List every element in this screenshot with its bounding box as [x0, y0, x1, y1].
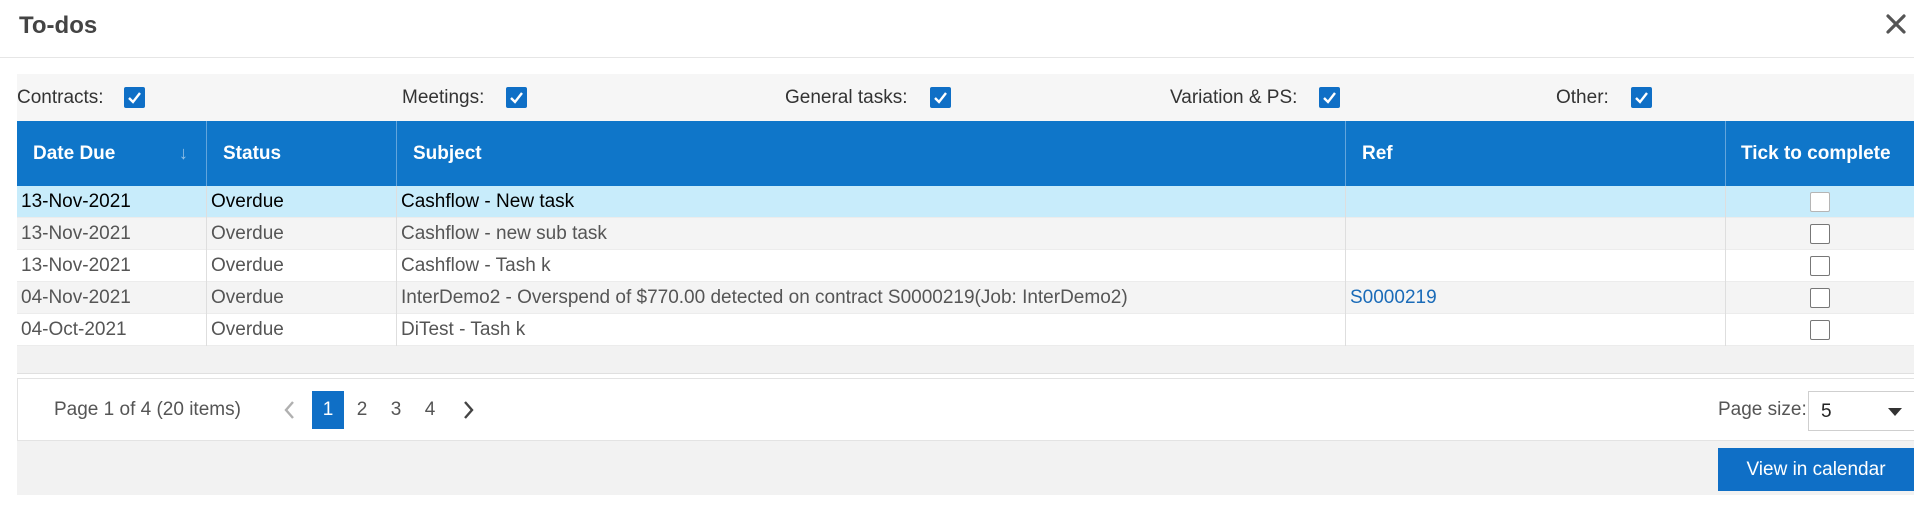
- cell-tick: [1726, 250, 1914, 282]
- filter-meetings: Meetings:: [402, 74, 528, 121]
- filter-bar: Contracts: Meetings: General tasks: Vari…: [17, 74, 1914, 121]
- filter-general-tasks: General tasks:: [785, 74, 951, 121]
- page-button-4[interactable]: 4: [414, 391, 446, 429]
- column-label-ref: Ref: [1362, 142, 1393, 164]
- table-row[interactable]: 04-Nov-2021 Overdue InterDemo2 - Overspe…: [17, 282, 1914, 314]
- cell-tick: [1726, 218, 1914, 250]
- filter-checkbox-variation-ps[interactable]: [1319, 87, 1341, 108]
- filter-label-other: Other:: [1556, 86, 1609, 108]
- chevron-left-icon[interactable]: [278, 395, 302, 425]
- filter-checkbox-meetings[interactable]: [506, 87, 528, 108]
- cell-tick: [1726, 314, 1914, 346]
- cell-ref: [1346, 186, 1726, 218]
- caret-down-icon: [1888, 408, 1902, 416]
- cell-ref: S0000219: [1346, 282, 1726, 314]
- table-row[interactable]: 13-Nov-2021 Overdue Cashflow - New task: [17, 186, 1914, 218]
- cell-subject: InterDemo2 - Overspend of $770.00 detect…: [397, 282, 1346, 314]
- dialog-footer: View in calendar: [17, 441, 1914, 495]
- sort-down-icon: ↓: [179, 143, 188, 163]
- cell-date-due: 13-Nov-2021: [17, 186, 207, 218]
- cell-subject: Cashflow - New task: [397, 186, 1346, 218]
- dialog-header: To-dos: [0, 0, 1914, 58]
- column-label-status: Status: [223, 142, 282, 164]
- cell-subject: Cashflow - new sub task: [397, 218, 1346, 250]
- cell-tick: [1726, 282, 1914, 314]
- dialog-title: To-dos: [19, 12, 98, 39]
- pager: Page 1 of 4 (20 items) 1 2 3 4 Page size…: [17, 378, 1914, 441]
- cell-status: Overdue: [207, 250, 397, 282]
- todos-grid: Date Due ↓ Status Subject Ref Tick to co…: [17, 121, 1914, 374]
- column-label-date-due: Date Due: [33, 142, 116, 164]
- column-header-status[interactable]: Status: [207, 121, 397, 186]
- filter-checkbox-contracts[interactable]: [123, 87, 145, 108]
- cell-date-due: 04-Oct-2021: [17, 314, 207, 346]
- todos-dialog: To-dos Contracts: Meetings: General task…: [0, 0, 1914, 513]
- cell-date-due: 13-Nov-2021: [17, 218, 207, 250]
- page-size-select[interactable]: 5: [1808, 391, 1914, 431]
- grid-empty-area: [17, 346, 1914, 374]
- chevron-right-icon[interactable]: [456, 395, 480, 425]
- column-label-subject: Subject: [413, 142, 482, 164]
- page-size-value: 5: [1821, 401, 1832, 422]
- cell-ref: [1346, 314, 1726, 346]
- cell-date-due: 04-Nov-2021: [17, 282, 207, 314]
- pager-summary: Page 1 of 4 (20 items): [54, 399, 241, 420]
- grid-header: Date Due ↓ Status Subject Ref Tick to co…: [17, 121, 1914, 186]
- page-button-3[interactable]: 3: [380, 391, 412, 429]
- filter-checkbox-general-tasks[interactable]: [929, 87, 951, 108]
- table-row[interactable]: 04-Oct-2021 Overdue DiTest - Tash k: [17, 314, 1914, 346]
- filter-variation-ps: Variation & PS:: [1170, 74, 1341, 121]
- cell-subject: Cashflow - Tash k: [397, 250, 1346, 282]
- column-header-subject[interactable]: Subject: [397, 121, 1346, 186]
- complete-checkbox[interactable]: [1810, 320, 1830, 340]
- table-row[interactable]: 13-Nov-2021 Overdue Cashflow - new sub t…: [17, 218, 1914, 250]
- cell-subject: DiTest - Tash k: [397, 314, 1346, 346]
- cell-date-due: 13-Nov-2021: [17, 250, 207, 282]
- filter-other: Other:: [1556, 74, 1652, 121]
- ref-link[interactable]: S0000219: [1350, 287, 1437, 309]
- complete-checkbox[interactable]: [1810, 288, 1830, 308]
- view-in-calendar-button[interactable]: View in calendar: [1718, 448, 1914, 491]
- column-label-tick-to-complete: Tick to complete: [1741, 142, 1891, 164]
- cell-status: Overdue: [207, 314, 397, 346]
- page-size-label: Page size:: [1718, 399, 1807, 420]
- page-button-2[interactable]: 2: [346, 391, 378, 429]
- cell-status: Overdue: [207, 282, 397, 314]
- filter-label-meetings: Meetings:: [402, 86, 485, 108]
- column-header-ref[interactable]: Ref: [1346, 121, 1726, 186]
- table-row[interactable]: 13-Nov-2021 Overdue Cashflow - Tash k: [17, 250, 1914, 282]
- page-button-1[interactable]: 1: [312, 391, 344, 429]
- complete-checkbox[interactable]: [1810, 256, 1830, 276]
- cell-tick: [1726, 186, 1914, 218]
- filter-label-contracts: Contracts:: [17, 86, 104, 108]
- filter-label-variation-ps: Variation & PS:: [1170, 86, 1298, 108]
- filter-checkbox-other[interactable]: [1630, 87, 1652, 108]
- column-header-date-due[interactable]: Date Due ↓: [17, 121, 207, 186]
- close-icon[interactable]: [1882, 10, 1910, 38]
- complete-checkbox[interactable]: [1810, 224, 1830, 244]
- column-header-tick-to-complete[interactable]: Tick to complete: [1726, 121, 1914, 186]
- cell-status: Overdue: [207, 218, 397, 250]
- cell-ref: [1346, 250, 1726, 282]
- cell-ref: [1346, 218, 1726, 250]
- cell-status: Overdue: [207, 186, 397, 218]
- complete-checkbox[interactable]: [1810, 192, 1830, 212]
- filter-label-general-tasks: General tasks:: [785, 86, 908, 108]
- filter-contracts: Contracts:: [17, 74, 145, 121]
